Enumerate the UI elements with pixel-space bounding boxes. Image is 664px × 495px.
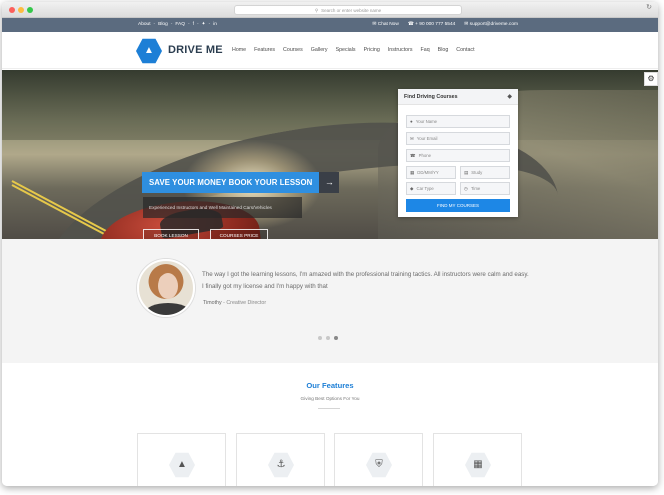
top-contact: ✉ Chat Now ☎ + 90 000 777 5544 ✉ support…	[372, 22, 518, 27]
logo-road-icon[interactable]: ▲	[136, 38, 162, 64]
divider	[318, 408, 340, 409]
features-title: Our Features	[306, 381, 354, 390]
hero-subtitle: Experienced Instructors and Well Maintai…	[143, 197, 302, 218]
user-icon: ●	[410, 119, 413, 124]
testimonial-dot[interactable]	[326, 336, 330, 340]
feature-card[interactable]: ▲	[137, 433, 226, 486]
features-subtitle: Giving Best Options For You	[300, 396, 360, 401]
feature-card[interactable]: ▦	[433, 433, 522, 486]
phone-info: ☎ + 90 000 777 5544	[407, 22, 456, 27]
time-select[interactable]: ◷ Time	[460, 182, 510, 195]
menu-item-specials[interactable]: Specials	[336, 47, 356, 53]
name-field[interactable]: ● Your Name	[406, 115, 510, 128]
envelope-icon: ✉	[410, 136, 414, 141]
calendar-icon: ▦	[410, 170, 415, 175]
road-icon: ▲	[169, 452, 195, 478]
gear-icon[interactable]: ⚙	[644, 72, 658, 86]
testimonial-pagination	[318, 336, 338, 340]
clock-icon: ◷	[464, 186, 468, 191]
menu-item-home[interactable]: Home	[232, 47, 246, 53]
testimonial-author: Timothy - Creative Director	[203, 300, 266, 306]
hero-slider: SAVE YOUR MONEY BOOK YOUR LESSON → Exper…	[2, 70, 658, 239]
date-field[interactable]: ▦ DD/MM/YY	[406, 166, 456, 179]
zoom-window-button[interactable]	[27, 7, 33, 13]
avatar	[137, 259, 195, 317]
browser-toolbar: ⚲ Search or enter website name ↻	[2, 2, 658, 18]
calendar-icon: ▦	[465, 452, 491, 478]
features-section: Our Features Giving Best Options For You…	[2, 363, 658, 486]
address-placeholder: Search or enter website name	[321, 8, 382, 13]
author-role: - Creative Director	[223, 300, 267, 306]
menu-item-gallery[interactable]: Gallery	[311, 47, 328, 53]
menu-item-pricing[interactable]: Pricing	[364, 47, 380, 53]
hero-cta-label[interactable]: SAVE YOUR MONEY BOOK YOUR LESSON	[142, 172, 320, 193]
hero-cta[interactable]: SAVE YOUR MONEY BOOK YOUR LESSON →	[142, 172, 340, 193]
browser-window: ⚲ Search or enter website name ↻ About - …	[2, 2, 658, 486]
menu-item-contact[interactable]: Contact	[456, 47, 474, 53]
top-info-bar: About - Blog - FAQ - f - ✦ - in ✉ Chat N…	[2, 18, 658, 32]
phone-field[interactable]: ☎ Phone	[406, 149, 510, 162]
search-icon: ⚲	[314, 8, 319, 13]
testimonial-dot[interactable]	[318, 336, 322, 340]
top-link-about[interactable]: About	[138, 22, 151, 27]
brand-name[interactable]: DRIVE ME	[168, 44, 223, 56]
main-menu: Home Features Courses Gallery Specials P…	[232, 47, 475, 53]
menu-item-faq[interactable]: Faq	[421, 47, 430, 53]
book-icon: ▤	[464, 170, 469, 175]
twitter-icon[interactable]: ✦	[202, 22, 206, 27]
feature-card[interactable]: ⚓	[236, 433, 325, 486]
close-window-button[interactable]	[9, 7, 15, 13]
address-bar[interactable]: ⚲ Search or enter website name	[234, 5, 462, 15]
booking-form-title: Find Driving Courses	[404, 94, 458, 100]
author-name: Timothy	[203, 300, 222, 306]
booking-form: Find Driving Courses ◆ ● Your Name ✉ Your …	[398, 89, 518, 217]
chat-icon: ✉	[372, 22, 377, 27]
find-courses-button[interactable]: FIND MY COURSES	[406, 199, 510, 212]
phone-icon: ☎	[407, 22, 414, 27]
study-select[interactable]: ▤ Study	[460, 166, 510, 179]
testimonial-quote: The way I got the learning lessons, I'm …	[202, 271, 529, 290]
phone-icon: ☎	[410, 153, 416, 158]
reload-icon[interactable]: ↻	[646, 3, 652, 11]
testimonial-section: The way I got the learning lessons, I'm …	[2, 239, 658, 363]
linkedin-icon[interactable]: in	[213, 22, 217, 27]
courses-price-button[interactable]: COURSES PRICE	[210, 229, 268, 239]
minimize-window-button[interactable]	[18, 7, 24, 13]
arrow-right-icon[interactable]: →	[319, 172, 340, 193]
email-link[interactable]: ✉ support@driveme.com	[464, 22, 518, 27]
book-lesson-button[interactable]: BOOK LESSON	[143, 229, 199, 239]
facebook-icon[interactable]: f	[193, 22, 194, 27]
car-icon: ◆	[507, 94, 512, 100]
main-navbar: ▲ DRIVE ME Home Features Courses Gallery…	[2, 32, 658, 69]
menu-item-instructors[interactable]: Instructors	[388, 47, 413, 53]
menu-item-courses[interactable]: Courses	[283, 47, 303, 53]
top-link-faq[interactable]: FAQ	[175, 22, 185, 27]
feature-card[interactable]: ⛨	[334, 433, 423, 486]
top-links: About - Blog - FAQ - f - ✦ - in	[138, 22, 217, 27]
car-type-select[interactable]: ◆ Car Type	[406, 182, 456, 195]
menu-item-blog[interactable]: Blog	[438, 47, 449, 53]
email-field[interactable]: ✉ Your Email	[406, 132, 510, 145]
top-link-blog[interactable]: Blog	[158, 22, 168, 27]
envelope-icon: ✉	[464, 22, 469, 27]
testimonial-dot[interactable]	[334, 336, 338, 340]
anchor-icon: ⚓	[268, 452, 294, 478]
car-icon: ◆	[410, 186, 414, 191]
menu-item-features[interactable]: Features	[254, 47, 275, 53]
booking-form-header: Find Driving Courses ◆	[398, 89, 518, 105]
chat-link[interactable]: ✉ Chat Now	[372, 22, 398, 27]
shield-icon: ⛨	[366, 452, 392, 478]
